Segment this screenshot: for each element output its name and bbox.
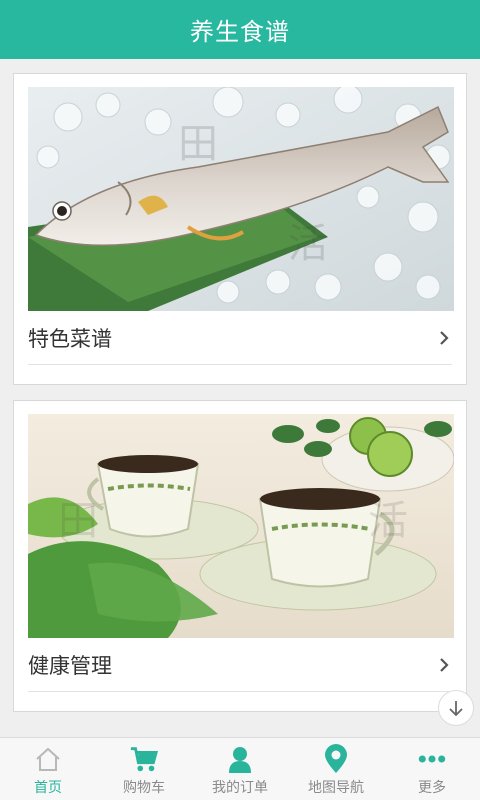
svg-text:田: 田 xyxy=(178,121,218,167)
svg-text:活: 活 xyxy=(368,498,408,544)
tab-label: 购物车 xyxy=(123,780,165,796)
cart-icon xyxy=(129,744,159,774)
more-dots-icon xyxy=(417,744,447,774)
chevron-right-icon xyxy=(440,330,449,345)
card-label: 健康管理 xyxy=(28,653,112,678)
tab-label: 首页 xyxy=(34,780,62,796)
tab-label: 更多 xyxy=(418,780,446,796)
tab-label: 地图导航 xyxy=(308,780,364,796)
tea-photo[interactable]: 田 活 xyxy=(28,414,454,638)
chevron-right-icon xyxy=(440,657,449,672)
tab-map[interactable]: 地图导航 xyxy=(288,738,384,800)
fish-photo[interactable]: 田 活 xyxy=(28,87,454,311)
health-card[interactable]: 田 活 健康管理 xyxy=(13,400,467,712)
svg-text:田: 田 xyxy=(58,498,98,544)
svg-text:活: 活 xyxy=(288,221,328,267)
page-title: 养生食谱 xyxy=(190,18,290,46)
map-pin-icon xyxy=(321,744,351,774)
card-label-row[interactable]: 健康管理 xyxy=(28,638,452,692)
app-header: 养生食谱 xyxy=(0,0,480,59)
home-icon xyxy=(33,744,63,774)
tab-cart[interactable]: 购物车 xyxy=(96,738,192,800)
tab-home[interactable]: 首页 xyxy=(0,738,96,800)
bottom-tab-bar: 首页 购物车 我的订单 地图导航 更多 xyxy=(0,737,480,800)
user-icon xyxy=(225,744,255,774)
tab-more[interactable]: 更多 xyxy=(384,738,480,800)
scroll-down-button[interactable] xyxy=(438,690,474,726)
arrow-down-icon xyxy=(449,701,463,717)
recipe-card[interactable]: 田 活 特色菜谱 xyxy=(13,73,467,385)
tab-orders[interactable]: 我的订单 xyxy=(192,738,288,800)
tab-label: 我的订单 xyxy=(212,780,268,796)
card-label-row[interactable]: 特色菜谱 xyxy=(28,311,452,365)
card-label: 特色菜谱 xyxy=(28,326,112,351)
